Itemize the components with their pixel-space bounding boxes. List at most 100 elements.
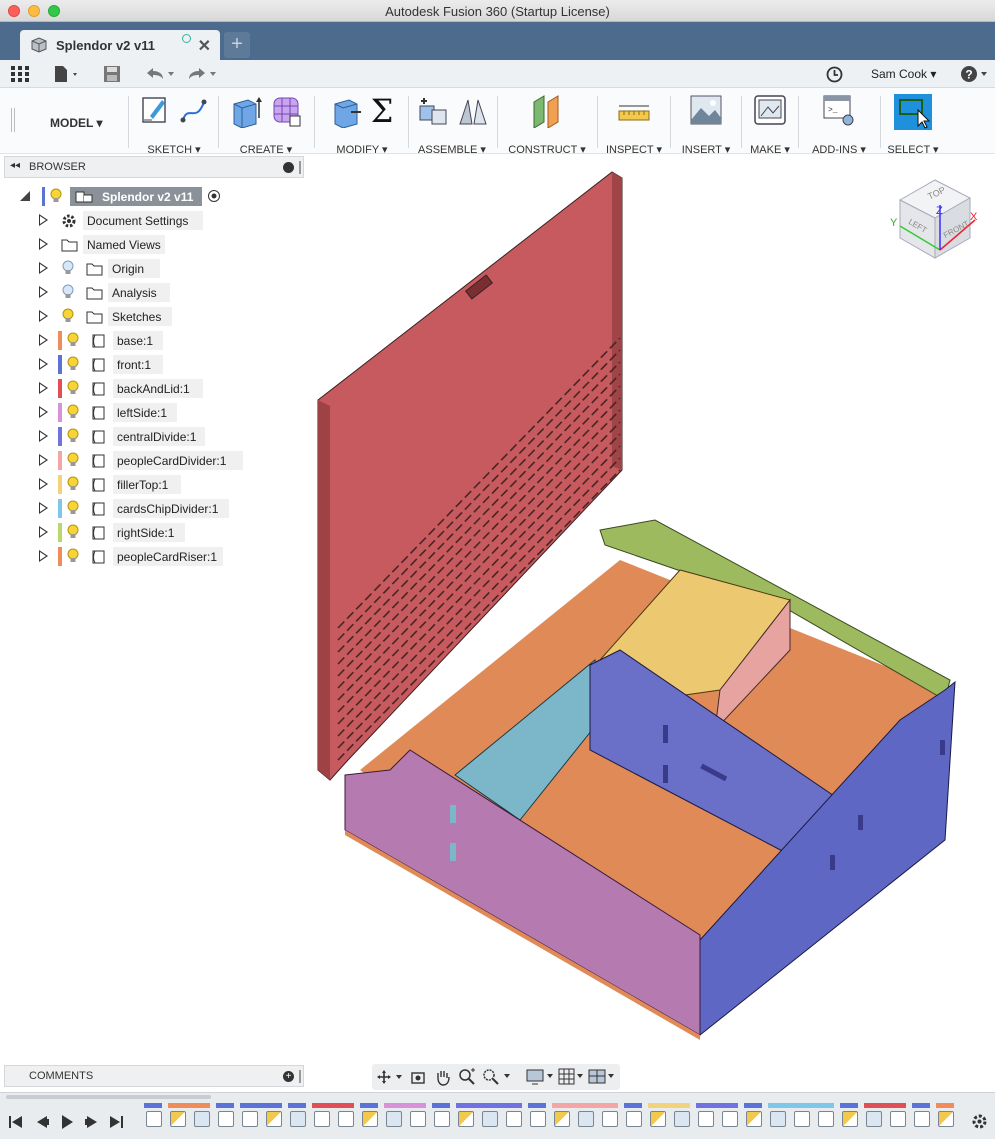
addins-group[interactable]: >_ ADD-INS ▾ bbox=[804, 94, 874, 156]
browser-item-row[interactable]: Sketches bbox=[0, 305, 300, 327]
browser-item-row[interactable]: Analysis bbox=[0, 281, 300, 303]
timeline-feature-icon[interactable] bbox=[362, 1111, 378, 1127]
zoom-icon[interactable] bbox=[458, 1068, 476, 1086]
browser-item-row[interactable]: rightSide:1 bbox=[0, 521, 300, 543]
viewports-icon[interactable] bbox=[588, 1068, 618, 1086]
timeline-feature-icon[interactable] bbox=[386, 1111, 402, 1127]
expand-triangle-icon[interactable] bbox=[39, 406, 48, 418]
browser-item-row[interactable]: Origin bbox=[0, 257, 300, 279]
user-account-menu[interactable]: Sam Cook ▾ bbox=[871, 67, 936, 81]
timeline-feature-icon[interactable] bbox=[146, 1111, 162, 1127]
timeline-feature-icon[interactable] bbox=[170, 1111, 186, 1127]
visibility-bulb-icon[interactable] bbox=[66, 380, 80, 396]
go-to-end-icon[interactable] bbox=[108, 1115, 124, 1129]
expand-triangle-icon[interactable] bbox=[39, 526, 48, 538]
expand-triangle-icon[interactable] bbox=[39, 478, 48, 490]
undo-icon[interactable] bbox=[144, 66, 176, 82]
zoom-window-icon[interactable] bbox=[482, 1068, 514, 1086]
timeline-feature-icon[interactable] bbox=[938, 1111, 954, 1127]
browser-item-row[interactable]: cardsChipDivider:1 bbox=[0, 497, 300, 519]
timeline-feature-icon[interactable] bbox=[266, 1111, 282, 1127]
grid-settings-icon[interactable] bbox=[558, 1068, 586, 1086]
timeline-feature-icon[interactable] bbox=[530, 1111, 546, 1127]
timeline-settings-gear-icon[interactable] bbox=[971, 1113, 988, 1130]
scripts-addins-icon[interactable]: >_ bbox=[822, 94, 856, 128]
create-sketch-icon[interactable] bbox=[140, 94, 170, 126]
collapse-triangle-icon[interactable] bbox=[19, 190, 31, 202]
browser-item-row[interactable]: backAndLid:1 bbox=[0, 377, 300, 399]
visibility-bulb-icon[interactable] bbox=[66, 452, 80, 468]
sketch-group[interactable]: SKETCH ▾ bbox=[134, 94, 214, 156]
browser-panel-header[interactable]: ◂◂ BROWSER bbox=[4, 156, 304, 178]
comments-panel[interactable]: COMMENTS + bbox=[4, 1065, 304, 1087]
timeline-feature-icon[interactable] bbox=[722, 1111, 738, 1127]
timeline-feature-icon[interactable] bbox=[746, 1111, 762, 1127]
timeline-feature-icon[interactable] bbox=[242, 1111, 258, 1127]
extrude-icon[interactable] bbox=[230, 94, 262, 128]
insert-image-icon[interactable] bbox=[689, 94, 723, 128]
browser-item-row[interactable]: peopleCardDivider:1 bbox=[0, 449, 300, 471]
timeline-feature-icon[interactable] bbox=[698, 1111, 714, 1127]
visibility-bulb-icon[interactable] bbox=[66, 356, 80, 372]
make-group[interactable]: MAKE ▾ bbox=[746, 94, 794, 156]
timeline-feature-icon[interactable] bbox=[674, 1111, 690, 1127]
timeline-feature-icon[interactable] bbox=[650, 1111, 666, 1127]
timeline-feature-icon[interactable] bbox=[434, 1111, 450, 1127]
visibility-bulb-icon[interactable] bbox=[66, 332, 80, 348]
close-tab-button[interactable]: ✕ bbox=[198, 36, 211, 56]
timeline-feature-icon[interactable] bbox=[506, 1111, 522, 1127]
press-pull-icon[interactable] bbox=[331, 94, 363, 128]
visibility-bulb-icon[interactable] bbox=[66, 476, 80, 492]
spline-icon[interactable] bbox=[178, 94, 208, 126]
visibility-bulb-icon[interactable] bbox=[66, 500, 80, 516]
expand-triangle-icon[interactable] bbox=[39, 382, 48, 394]
expand-triangle-icon[interactable] bbox=[39, 454, 48, 466]
help-icon[interactable]: ? bbox=[960, 65, 990, 83]
select-arrow-icon[interactable] bbox=[894, 94, 932, 130]
create-group[interactable]: CREATE ▾ bbox=[224, 94, 308, 156]
expand-triangle-icon[interactable] bbox=[39, 310, 48, 322]
expand-triangle-icon[interactable] bbox=[39, 334, 48, 346]
file-menu-icon[interactable] bbox=[53, 65, 81, 83]
timeline-feature-icon[interactable] bbox=[554, 1111, 570, 1127]
activate-radio-icon[interactable] bbox=[207, 189, 221, 203]
timeline-feature-icon[interactable] bbox=[218, 1111, 234, 1127]
expand-triangle-icon[interactable] bbox=[39, 502, 48, 514]
browser-item-row[interactable]: Document Settings bbox=[0, 209, 300, 231]
expand-triangle-icon[interactable] bbox=[39, 214, 48, 226]
new-component-icon[interactable] bbox=[416, 94, 448, 128]
collapse-panel-icon[interactable]: ◂◂ bbox=[10, 160, 20, 171]
step-back-icon[interactable] bbox=[34, 1115, 50, 1129]
timeline-feature-icon[interactable] bbox=[842, 1111, 858, 1127]
timeline-feature-icon[interactable] bbox=[458, 1111, 474, 1127]
job-status-clock-icon[interactable] bbox=[826, 66, 843, 83]
timeline-feature-icon[interactable] bbox=[410, 1111, 426, 1127]
expand-triangle-icon[interactable] bbox=[39, 238, 48, 250]
timeline-feature-icon[interactable] bbox=[866, 1111, 882, 1127]
browser-minimize-icon[interactable] bbox=[283, 162, 294, 173]
browser-item-row[interactable]: base:1 bbox=[0, 329, 300, 351]
visibility-bulb-icon[interactable] bbox=[66, 428, 80, 444]
visibility-bulb-icon[interactable] bbox=[66, 524, 80, 540]
visibility-bulb-icon[interactable] bbox=[66, 404, 80, 420]
pan-hand-icon[interactable] bbox=[434, 1068, 452, 1086]
browser-item-row[interactable]: fillerTop:1 bbox=[0, 473, 300, 495]
timeline-feature-icon[interactable] bbox=[794, 1111, 810, 1127]
3d-print-icon[interactable] bbox=[753, 94, 787, 128]
3d-viewport[interactable]: TOP LEFT FRONT X Y Z bbox=[305, 156, 995, 1061]
save-icon[interactable] bbox=[103, 65, 121, 83]
offset-plane-icon[interactable] bbox=[530, 94, 564, 128]
timeline-feature-icon[interactable] bbox=[890, 1111, 906, 1127]
expand-triangle-icon[interactable] bbox=[39, 550, 48, 562]
modify-group[interactable]: Σ MODIFY ▾ bbox=[320, 94, 404, 156]
data-panel-grid-icon[interactable] bbox=[11, 66, 29, 82]
add-comment-icon[interactable]: + bbox=[283, 1071, 294, 1082]
expand-triangle-icon[interactable] bbox=[39, 430, 48, 442]
browser-item-row[interactable]: centralDivide:1 bbox=[0, 425, 300, 447]
timeline-feature-icon[interactable] bbox=[194, 1111, 210, 1127]
compute-sigma-icon[interactable]: Σ bbox=[371, 94, 394, 130]
redo-icon[interactable] bbox=[186, 66, 218, 82]
form-icon[interactable] bbox=[270, 94, 302, 128]
browser-item-row[interactable]: leftSide:1 bbox=[0, 401, 300, 423]
display-settings-icon[interactable] bbox=[526, 1068, 556, 1086]
